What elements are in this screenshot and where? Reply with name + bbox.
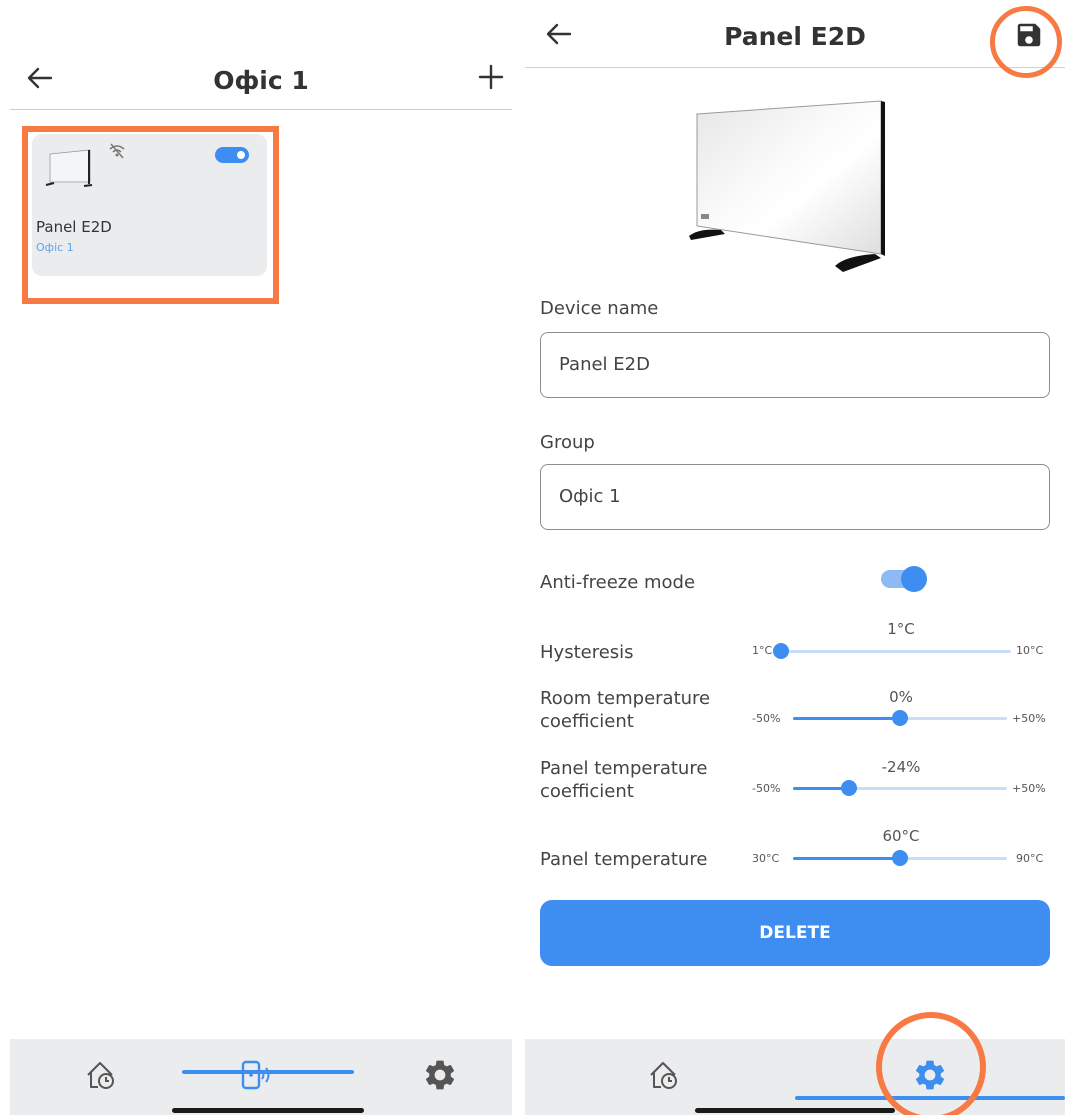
hysteresis-max: 10°C [1016, 644, 1044, 657]
hysteresis-value: 1°C [887, 620, 915, 638]
delete-button[interactable]: DELETE [540, 900, 1050, 966]
home-indicator [695, 1108, 895, 1113]
page-title: Офіс 1 [213, 66, 309, 95]
room-temp-coefficient-slider[interactable] [793, 710, 1007, 726]
device-name: Panel E2D [36, 218, 112, 236]
room-temp-coefficient-label: Room temperature coefficient [540, 688, 711, 732]
bottom-tab-bar [10, 1039, 512, 1115]
panel-temp-coefficient-max: +50% [1012, 782, 1046, 795]
panel-temperature-value: 60°C [882, 827, 920, 845]
slider-fill [793, 857, 900, 860]
toggle-knob [901, 566, 927, 592]
panel-heater-thumbnail [45, 149, 93, 187]
slider-thumb[interactable] [892, 850, 908, 866]
panel-temperature-max: 90°C [1016, 852, 1044, 865]
gear-icon[interactable] [422, 1057, 458, 1093]
hysteresis-label: Hysteresis [540, 642, 634, 663]
device-group: Офіс 1 [36, 241, 74, 254]
settings-tab-highlight [876, 1012, 986, 1115]
device-power-toggle[interactable] [215, 147, 249, 163]
home-clock-icon[interactable] [82, 1057, 118, 1093]
room-temp-coefficient-max: +50% [1012, 712, 1046, 725]
home-indicator [172, 1108, 364, 1113]
room-temp-coefficient-min: -50% [752, 712, 781, 725]
device-name-label: Device name [540, 298, 659, 319]
slider-thumb[interactable] [773, 643, 789, 659]
device-name-input[interactable]: Panel E2D [540, 332, 1050, 398]
group-label: Group [540, 432, 595, 453]
room-temp-coefficient-value: 0% [889, 688, 913, 706]
panel-temperature-min: 30°C [752, 852, 780, 865]
panel-temp-coefficient-min: -50% [752, 782, 781, 795]
slider-fill [793, 717, 900, 720]
add-device-icon[interactable] [476, 62, 506, 92]
panel-temp-coefficient-value: -24% [881, 758, 921, 776]
device-settings-screen: Panel E2D Device name Panel E2D Group Оф… [525, 0, 1065, 1115]
device-card[interactable]: Panel E2D Офіс 1 [32, 134, 267, 276]
home-clock-icon[interactable] [645, 1057, 681, 1093]
slider-thumb[interactable] [841, 780, 857, 796]
antifreeze-toggle[interactable] [881, 566, 927, 592]
hysteresis-min: 1°C [752, 644, 773, 657]
save-button-highlight [990, 6, 1062, 78]
wifi-off-icon [109, 143, 125, 159]
panel-heater-image [689, 100, 885, 272]
slider-thumb[interactable] [892, 710, 908, 726]
panel-temperature-slider[interactable] [793, 850, 1007, 866]
device-wireless-icon[interactable] [237, 1057, 273, 1093]
panel-temp-coefficient-label: Panel temperature coefficient [540, 758, 708, 802]
settings-header: Panel E2D [525, 0, 1065, 68]
active-tab-indicator [182, 1070, 354, 1074]
hysteresis-slider[interactable] [773, 643, 1011, 659]
panel-temp-coefficient-slider[interactable] [793, 780, 1007, 796]
group-header: Офіс 1 [10, 58, 512, 110]
group-select[interactable]: Офіс 1 [540, 464, 1050, 530]
panel-temperature-label: Panel temperature [540, 849, 708, 870]
antifreeze-label: Anti-freeze mode [540, 572, 696, 593]
device-list-screen: Офіс 1 Panel E2D Офіс 1 [0, 0, 522, 1115]
page-title: Panel E2D [724, 22, 866, 51]
